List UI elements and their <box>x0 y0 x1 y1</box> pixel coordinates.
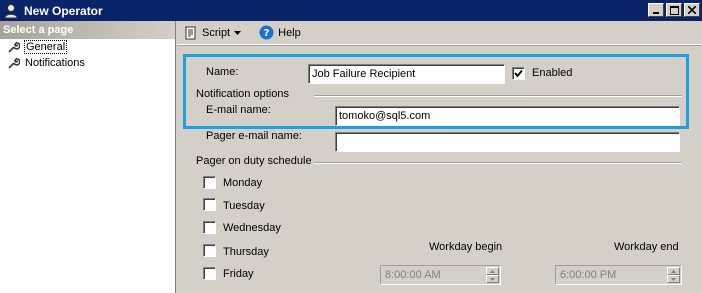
check-icon <box>514 69 523 78</box>
pager-schedule-divider <box>314 162 682 164</box>
svg-text:?: ? <box>264 28 270 39</box>
spin-up-icon <box>490 269 495 273</box>
script-icon <box>185 26 196 39</box>
select-page-header: Select a page <box>0 21 175 39</box>
monday-label: Monday <box>223 177 263 189</box>
thursday-checkbox[interactable] <box>203 244 216 257</box>
page-selector-pane: Select a page General Notifications <box>0 21 176 293</box>
sidebar-item-notifications[interactable]: Notifications <box>0 55 175 71</box>
operator-icon <box>4 3 18 18</box>
spin-up-button <box>667 267 680 275</box>
workday-end-header: Workday end <box>614 241 679 253</box>
workday-begin-header: Workday begin <box>429 241 503 253</box>
email-field[interactable]: tomoko@sql5.com <box>335 106 680 126</box>
wednesday-label: Wednesday <box>223 222 281 234</box>
sidebar-item-label: General <box>24 40 68 54</box>
friday-end-spinner <box>667 267 680 283</box>
chevron-down-icon <box>234 30 242 35</box>
general-page: Script ? Help Name: Job Failure Recipien… <box>177 21 702 293</box>
friday-begin-value: 8:00:00 AM <box>385 269 441 281</box>
name-field[interactable]: Job Failure Recipient <box>308 64 505 84</box>
tuesday-checkbox[interactable] <box>203 198 216 211</box>
notification-divider <box>314 95 682 97</box>
toolbar: Script ? Help <box>177 21 702 45</box>
pager-email-field[interactable] <box>335 132 680 152</box>
notification-options-label: Notification options <box>196 88 289 100</box>
name-label: Name: <box>206 66 239 78</box>
title-bar: New Operator <box>0 0 702 21</box>
maximize-button[interactable] <box>666 3 682 17</box>
wrench-icon <box>8 42 20 53</box>
help-button[interactable]: ? Help <box>256 23 304 42</box>
thursday-label: Thursday <box>223 246 269 258</box>
sidebar-item-label: Notifications <box>25 57 85 69</box>
minimize-button[interactable] <box>648 3 664 17</box>
spin-up-button <box>486 267 499 275</box>
sidebar-item-general[interactable]: General <box>0 39 175 55</box>
spin-up-icon <box>671 269 676 273</box>
help-icon: ? <box>259 25 274 40</box>
friday-end-value: 6:00:00 PM <box>560 269 617 281</box>
friday-label: Friday <box>223 268 254 280</box>
script-label: Script <box>202 26 231 39</box>
friday-begin-time: 8:00:00 AM <box>380 265 501 285</box>
window-title: New Operator <box>24 3 103 18</box>
maximize-icon <box>669 5 679 15</box>
spin-down-icon <box>671 277 676 281</box>
friday-checkbox[interactable] <box>203 267 216 280</box>
spin-down-button <box>667 275 680 283</box>
spin-down-button <box>486 275 499 283</box>
script-button[interactable]: Script <box>181 24 244 42</box>
friday-begin-spinner <box>486 267 499 283</box>
wednesday-checkbox[interactable] <box>203 221 216 234</box>
close-icon <box>688 6 696 14</box>
pager-email-label: Pager e-mail name: <box>206 130 302 142</box>
friday-end-time: 6:00:00 PM <box>555 265 682 285</box>
pager-schedule-label: Pager on duty schedule <box>196 155 312 167</box>
help-label: Help <box>278 26 301 39</box>
monday-checkbox[interactable] <box>203 176 216 189</box>
wrench-icon <box>8 58 20 69</box>
spin-down-icon <box>490 277 495 281</box>
tuesday-label: Tuesday <box>223 200 265 212</box>
email-label: E-mail name: <box>206 104 271 116</box>
enabled-checkbox[interactable] <box>512 67 525 80</box>
minimize-icon <box>653 12 659 14</box>
enabled-label: Enabled <box>532 67 573 79</box>
close-button[interactable] <box>684 3 700 17</box>
